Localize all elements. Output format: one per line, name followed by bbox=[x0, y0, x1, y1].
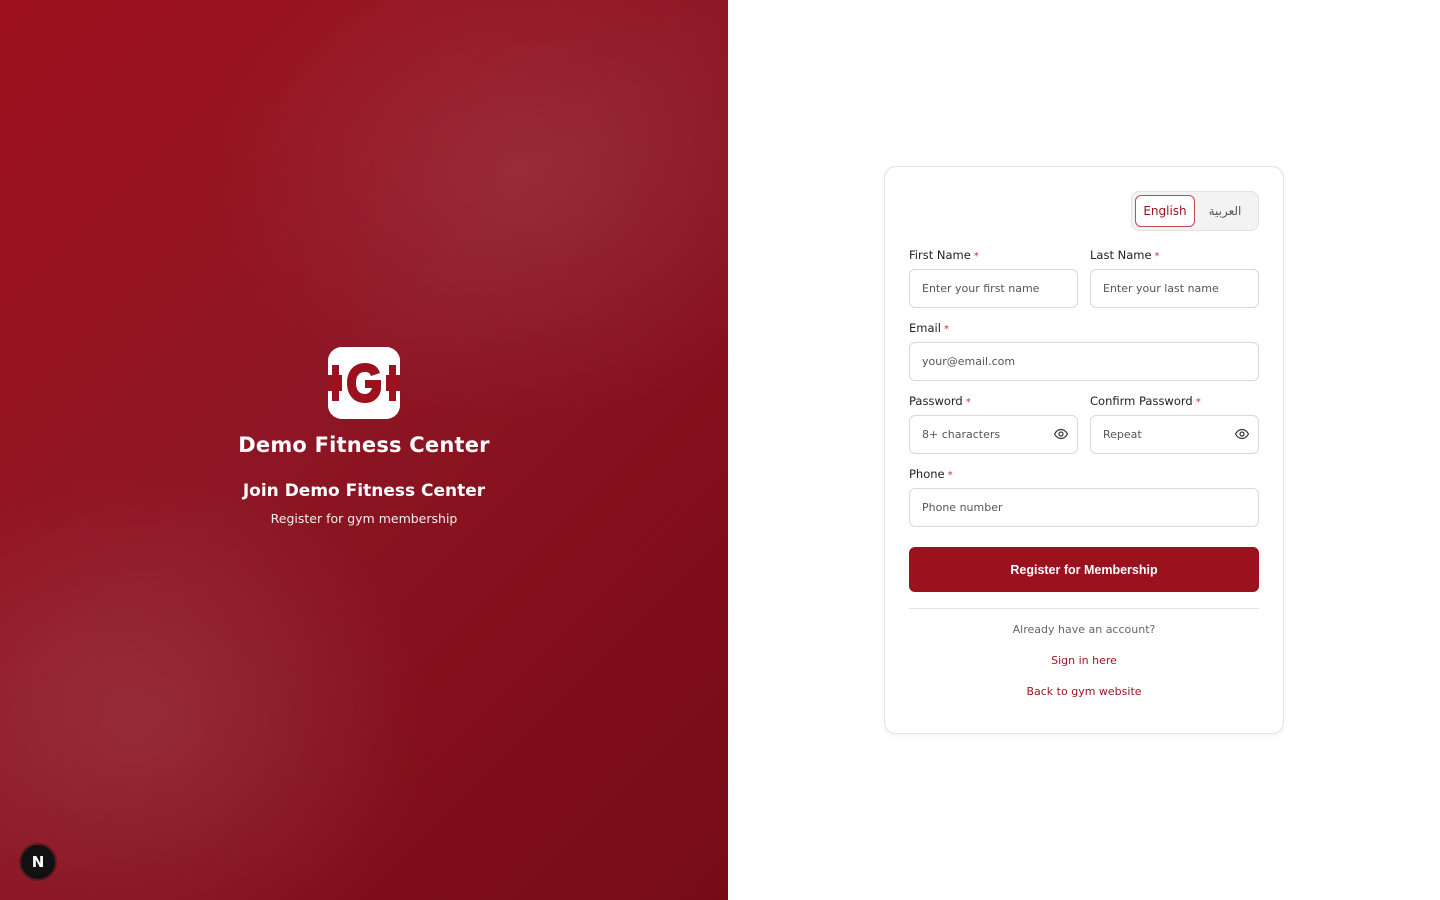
registration-card: English العربية First Name* Last Name* E… bbox=[884, 166, 1284, 734]
back-to-website-link[interactable]: Back to gym website bbox=[885, 685, 1283, 698]
required-mark: * bbox=[1195, 397, 1201, 408]
first-name-label-text: First Name bbox=[909, 248, 971, 262]
first-name-field[interactable] bbox=[909, 269, 1078, 308]
language-switcher: English العربية bbox=[1131, 191, 1259, 231]
confirm-password-label: Confirm Password * bbox=[1090, 394, 1201, 408]
join-title: Join Demo Fitness Center bbox=[242, 481, 486, 501]
phone-field[interactable] bbox=[909, 488, 1259, 527]
password-label: Password * bbox=[909, 394, 971, 408]
required-mark: * bbox=[965, 397, 971, 408]
phone-input[interactable] bbox=[922, 501, 1258, 514]
last-name-label-text: Last Name bbox=[1090, 248, 1152, 262]
phone-label: Phone * bbox=[909, 467, 953, 481]
divider bbox=[909, 608, 1259, 609]
register-button[interactable]: Register for Membership bbox=[909, 547, 1259, 592]
password-input[interactable] bbox=[922, 428, 1047, 441]
required-mark: * bbox=[973, 251, 979, 262]
first-name-input[interactable] bbox=[922, 282, 1077, 295]
last-name-input[interactable] bbox=[1103, 282, 1258, 295]
confirm-password-label-text: Confirm Password bbox=[1090, 394, 1193, 408]
already-have-account-text: Already have an account? bbox=[1012, 623, 1156, 636]
brand-panel: Demo Fitness Center Join Demo Fitness Ce… bbox=[0, 0, 728, 900]
sign-in-link[interactable]: Sign in here bbox=[885, 654, 1283, 667]
phone-label-text: Phone bbox=[909, 467, 945, 481]
required-mark: * bbox=[943, 324, 949, 335]
email-field[interactable] bbox=[909, 342, 1259, 381]
password-label-text: Password bbox=[909, 394, 963, 408]
logo-icon bbox=[328, 347, 400, 419]
last-name-field[interactable] bbox=[1090, 269, 1259, 308]
email-label: Email * bbox=[909, 321, 949, 335]
confirm-password-input[interactable] bbox=[1103, 428, 1228, 441]
last-name-label: Last Name * bbox=[1090, 248, 1160, 262]
join-subtitle: Register for gym membership bbox=[270, 511, 458, 526]
required-mark: * bbox=[1154, 251, 1160, 262]
email-label-text: Email bbox=[909, 321, 941, 335]
first-name-label: First Name * bbox=[909, 248, 979, 262]
eye-icon[interactable] bbox=[1234, 426, 1250, 442]
brand-block: Demo Fitness Center Join Demo Fitness Ce… bbox=[0, 347, 728, 526]
password-field[interactable] bbox=[909, 415, 1078, 454]
lang-arabic-button[interactable]: العربية bbox=[1195, 195, 1255, 227]
required-mark: * bbox=[947, 470, 953, 481]
eye-icon[interactable] bbox=[1053, 426, 1069, 442]
email-input[interactable] bbox=[922, 355, 1258, 368]
dev-tools-badge[interactable]: N bbox=[19, 843, 57, 881]
brand-name: Demo Fitness Center bbox=[238, 433, 490, 457]
dev-badge-letter: N bbox=[31, 853, 45, 871]
confirm-password-field[interactable] bbox=[1090, 415, 1259, 454]
gym-logo bbox=[328, 347, 400, 419]
lang-english-button[interactable]: English bbox=[1135, 195, 1195, 227]
